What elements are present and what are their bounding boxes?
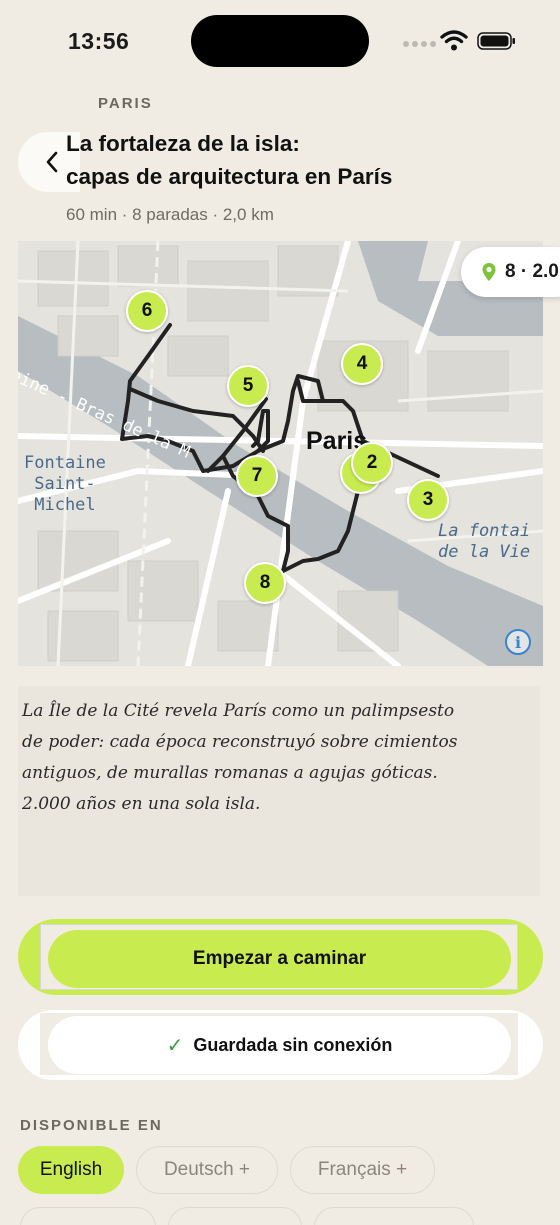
language-chip-row2-c[interactable] [314, 1207, 474, 1225]
location-pin-icon [482, 263, 496, 281]
map-label-fontaine: Fontaine Saint- Michel [24, 453, 106, 515]
map-pin-3[interactable]: 3 [407, 479, 449, 521]
map-info-icon[interactable]: i [505, 629, 531, 655]
start-walking-button[interactable]: Empezar a caminar [48, 930, 511, 988]
saved-offline-label: Guardada sin conexión [193, 1034, 393, 1055]
signal-icon [403, 41, 436, 47]
route-map[interactable]: Seine - Bras de la M Fontaine Saint- Mic… [18, 241, 543, 666]
available-in-label: DISPONIBLE EN [20, 1117, 163, 1134]
language-chip-deutsch[interactable]: Deutsch + [136, 1146, 278, 1194]
language-chip-row2-b[interactable] [168, 1207, 302, 1225]
status-time: 13:56 [68, 28, 130, 54]
saved-offline-button[interactable]: ✓ Guardada sin conexión [48, 1016, 511, 1074]
dynamic-island [191, 15, 369, 67]
wifi-icon [440, 30, 468, 51]
map-pin-6[interactable]: 6 [126, 290, 168, 332]
title-line-1: La fortaleza de la isla: [66, 131, 300, 156]
map-pin-4[interactable]: 4 [341, 343, 383, 385]
check-icon: ✓ [166, 1034, 184, 1057]
language-chip-english[interactable]: English [18, 1146, 124, 1194]
chevron-left-icon [46, 151, 58, 173]
route-summary-badge[interactable]: 8 · 2.0 [461, 247, 560, 297]
map-label-fontaine-right: La fontai de la Vie [438, 521, 531, 562]
map-pin-5[interactable]: 5 [227, 365, 269, 407]
route-summary-text: 8 · 2.0 [505, 261, 559, 282]
map-pin-8[interactable]: 8 [244, 562, 286, 604]
page-title: La fortaleza de la isla: capas de arquit… [66, 127, 536, 193]
title-line-2: capas de arquitectura en París [66, 164, 393, 189]
city-label: PARIS [98, 95, 153, 112]
language-chip-row2-a[interactable] [20, 1207, 156, 1225]
tour-description: La Île de la Cité revela París como un p… [22, 701, 458, 814]
tour-meta: 60 min · 8 paradas · 2,0 km [66, 205, 274, 224]
status-bar: 13:56 [0, 0, 560, 84]
map-pin-2[interactable]: 2 [351, 442, 393, 484]
battery-icon [477, 32, 515, 50]
map-pin-7[interactable]: 7 [236, 455, 278, 497]
language-chip-francais[interactable]: Français + [290, 1146, 435, 1194]
